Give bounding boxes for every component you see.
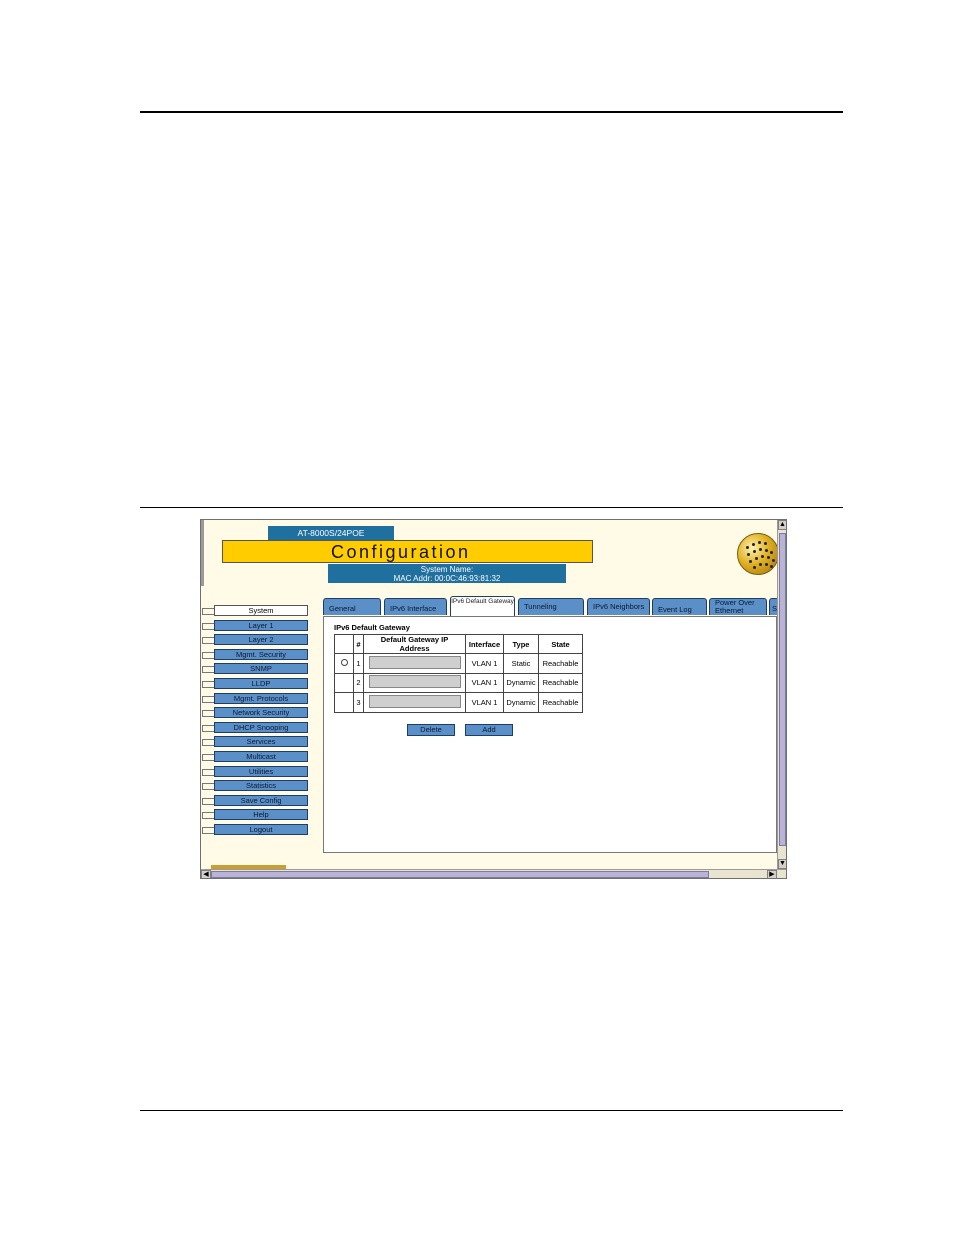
delete-button[interactable]: Delete	[407, 724, 455, 736]
nav-item-label: Help	[214, 809, 308, 821]
state-cell: Reachable	[538, 692, 583, 713]
gateway-table: # Default Gateway IP Address Interface T…	[334, 634, 583, 713]
row-select-cell	[334, 653, 354, 674]
scroll-left-arrow-icon[interactable]: ◀	[201, 870, 211, 878]
nav-item-label: LLDP	[214, 677, 308, 689]
nav-item-label: Network Security	[214, 707, 308, 719]
nav-item-label: DHCP Snooping	[214, 721, 308, 733]
interface-cell: VLAN 1	[465, 672, 504, 693]
nav-item-save-config[interactable]: Save Config	[201, 794, 311, 809]
nav-item-statistics[interactable]: Statistics	[201, 779, 311, 794]
nav-item-label: SNMP	[214, 663, 308, 675]
nav-item-help[interactable]: Help	[201, 808, 311, 823]
table-row: 2 VLAN 1 Dynamic Reachable	[334, 672, 583, 693]
page-title: Configuration	[222, 540, 593, 563]
document-page: AT-8000S/24POE Configuration System Name…	[0, 0, 954, 1235]
gateway-ip-input	[368, 694, 461, 708]
nav-item-services[interactable]: Services	[201, 735, 311, 750]
mac-address-label: MAC Addr: 00:0C:46:93:81:32	[393, 574, 501, 583]
add-button[interactable]: Add	[465, 724, 513, 736]
nav-item-label: Utilities	[214, 765, 308, 777]
device-model-label: AT-8000S/24POE	[268, 526, 394, 540]
scroll-up-arrow-icon[interactable]: ▲	[778, 520, 786, 530]
tab-ipv6-neighbors[interactable]: IPv6 Neighbors	[587, 598, 650, 615]
ip-address-cell	[363, 672, 466, 693]
horizontal-scroll-thumb[interactable]	[211, 871, 709, 878]
nav-item-label: Save Config	[214, 794, 308, 806]
nav-item-logout[interactable]: Logout	[201, 823, 311, 838]
tab-event-log[interactable]: Event Log	[652, 598, 707, 615]
tab-power-over-ethernet[interactable]: Power Over Ethernet	[709, 598, 767, 615]
nav-item-lldp[interactable]: LLDP	[201, 677, 311, 692]
nav-item-utilities[interactable]: Utilities	[201, 765, 311, 780]
scroll-down-arrow-icon[interactable]: ▼	[778, 859, 786, 869]
horizontal-scrollbar[interactable]: ◀ ▶	[201, 869, 786, 878]
scroll-right-arrow-icon[interactable]: ▶	[767, 870, 777, 878]
row-select-radio[interactable]	[340, 658, 348, 666]
tab-tunneling[interactable]: Tunneling	[518, 598, 584, 615]
column-header: Interface	[465, 634, 504, 654]
row-number: 1	[353, 653, 364, 674]
vertical-scrollbar[interactable]: ▲ ▼	[777, 520, 786, 869]
nav-item-label: Services	[214, 736, 308, 748]
nav-item-network-security[interactable]: Network Security	[201, 706, 311, 721]
nav-item-label: Mgmt. Security	[214, 648, 308, 660]
table-row: 3 VLAN 1 Dynamic Reachable	[334, 692, 583, 713]
nav-item-mgmt-protocols[interactable]: Mgmt. Protocols	[201, 692, 311, 707]
nav-item-system[interactable]: System	[201, 604, 311, 619]
bottom-rule	[140, 1110, 843, 1111]
ip-address-cell	[363, 692, 466, 713]
nav-item-label: Mgmt. Protocols	[214, 692, 308, 704]
content-panel: IPv6 Default Gateway # Default Gateway I…	[323, 616, 777, 853]
figure-top-rule	[140, 507, 843, 508]
row-number: 2	[353, 672, 364, 693]
browser-screenshot: AT-8000S/24POE Configuration System Name…	[200, 519, 787, 879]
gateway-ip-input[interactable]	[368, 655, 461, 669]
interface-cell: VLAN 1	[465, 653, 504, 674]
nav-item-mgmt-security[interactable]: Mgmt. Security	[201, 648, 311, 663]
select-column-header	[334, 634, 354, 654]
main-nav-menu: System Layer 1 Layer 2 Mgmt. Security SN…	[201, 604, 311, 838]
state-cell: Reachable	[538, 672, 583, 693]
nav-item-dhcp-snooping[interactable]: DHCP Snooping	[201, 721, 311, 736]
vertical-scroll-thumb[interactable]	[779, 533, 786, 846]
nav-item-label: Layer 2	[214, 634, 308, 646]
type-cell: Dynamic	[503, 692, 539, 713]
gateway-ip-input	[368, 675, 461, 689]
column-header: Type	[503, 634, 539, 654]
nav-item-snmp[interactable]: SNMP	[201, 662, 311, 677]
nav-item-label: Statistics	[214, 780, 308, 792]
column-header: #	[353, 634, 364, 654]
globe-logo-icon	[737, 533, 779, 575]
left-edge-bar	[201, 520, 204, 586]
row-select-cell	[334, 672, 354, 693]
table-header-row: # Default Gateway IP Address Interface T…	[334, 634, 583, 654]
table-row: 1 VLAN 1 Static Reachable	[334, 653, 583, 674]
state-cell: Reachable	[538, 653, 583, 674]
nav-item-label: Logout	[214, 823, 308, 835]
top-rule	[140, 111, 843, 113]
column-header: Default Gateway IP Address	[363, 634, 466, 654]
system-name-label: System Name:	[420, 565, 474, 574]
type-cell: Dynamic	[503, 672, 539, 693]
ip-address-cell	[363, 653, 466, 674]
tab-general[interactable]: General	[323, 598, 381, 615]
nav-item-layer-1[interactable]: Layer 1	[201, 619, 311, 634]
section-caption: IPv6 Default Gateway	[334, 623, 410, 632]
column-header: State	[538, 634, 583, 654]
nav-item-multicast[interactable]: Multicast	[201, 750, 311, 765]
interface-cell: VLAN 1	[465, 692, 504, 713]
row-number: 3	[353, 692, 364, 713]
nav-item-layer-2[interactable]: Layer 2	[201, 633, 311, 648]
row-select-cell	[334, 692, 354, 713]
nav-item-label: Multicast	[214, 750, 308, 762]
system-info-box: System Name: MAC Addr: 00:0C:46:93:81:32	[328, 564, 566, 583]
tab-ipv6-interface[interactable]: IPv6 Interface	[384, 598, 447, 615]
nav-item-label: System	[214, 605, 308, 616]
tab-ipv6-default-gateway[interactable]: IPv6 Default Gateway	[450, 596, 515, 616]
type-cell: Static	[503, 653, 539, 674]
nav-item-label: Layer 1	[214, 619, 308, 631]
